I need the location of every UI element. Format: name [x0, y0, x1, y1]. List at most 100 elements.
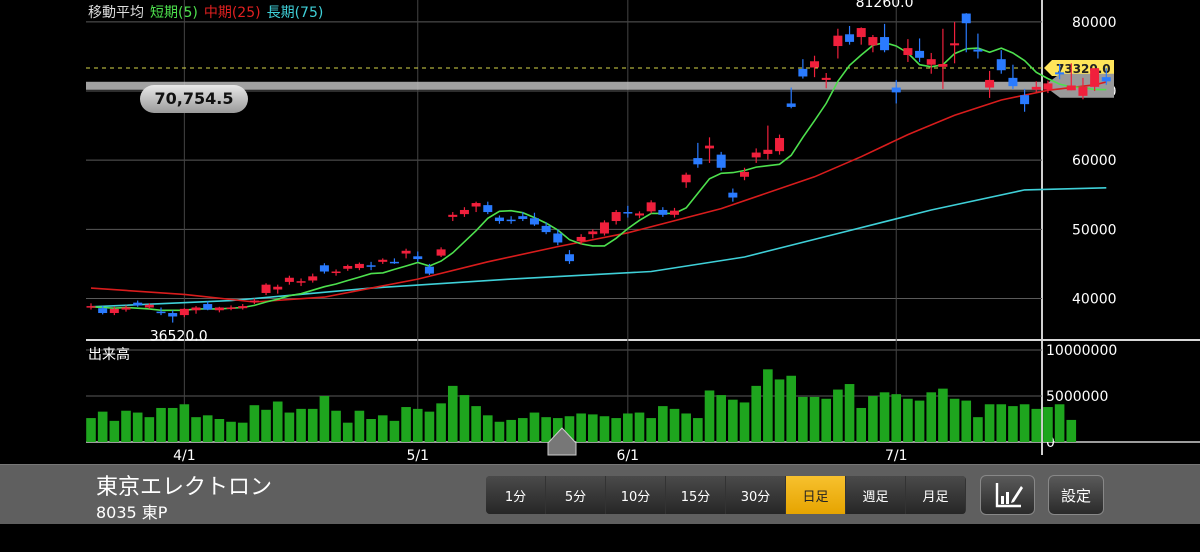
candle-body	[1078, 86, 1088, 96]
tab-15min[interactable]: 15分	[666, 476, 725, 514]
candle-body	[191, 307, 201, 311]
volume-bar	[611, 418, 621, 442]
candle-body	[670, 210, 679, 215]
low-annotation: 36520.0	[150, 329, 208, 345]
volume-bar	[576, 413, 586, 442]
candle-body	[296, 281, 306, 283]
candle-body	[86, 306, 96, 308]
candle-body	[903, 48, 913, 56]
high-annotation: 81260.0	[856, 0, 914, 11]
volume-tick-label: 10000000	[1046, 343, 1117, 359]
volume-bar	[693, 418, 703, 442]
candle-body	[343, 265, 353, 269]
footer-spacer	[0, 524, 1200, 552]
candle-body	[249, 300, 259, 303]
candle-body	[553, 233, 563, 243]
chart-tool-button[interactable]	[980, 475, 1035, 515]
volume-bar	[541, 417, 551, 442]
volume-bar	[506, 419, 516, 442]
candle-body	[1031, 86, 1041, 90]
candle-body	[483, 205, 493, 213]
price-chart[interactable]: 8000070000600005000040000100000005000000…	[0, 0, 1200, 464]
volume-bar	[121, 410, 131, 442]
volume-bar	[191, 417, 201, 442]
volume-bar	[377, 415, 388, 442]
volume-bar	[1019, 404, 1030, 442]
candle-body	[1090, 68, 1100, 87]
candle-body	[413, 256, 423, 260]
volume-bar	[739, 402, 750, 442]
candle-body	[308, 276, 318, 281]
tab-1min[interactable]: 1分	[486, 476, 545, 514]
volume-bar	[938, 388, 948, 442]
tab-5min[interactable]: 5分	[546, 476, 605, 514]
volume-bar	[774, 379, 785, 442]
candle-body	[214, 307, 224, 311]
candle-body	[775, 138, 785, 152]
volume-bar	[459, 395, 470, 442]
volume-bar	[681, 413, 691, 442]
candle-body	[611, 212, 621, 222]
candle-body	[401, 250, 411, 254]
candle-body	[133, 302, 143, 306]
candle-body	[950, 43, 960, 46]
candle-body	[273, 286, 283, 290]
candle-body	[506, 219, 516, 222]
candle-body	[845, 34, 855, 42]
volume-bar	[634, 412, 645, 442]
chart-edit-icon	[995, 483, 1023, 508]
volume-bar	[366, 419, 376, 442]
candle-body	[494, 217, 504, 222]
volume-bar	[786, 375, 796, 442]
candle-body	[1055, 72, 1065, 75]
volume-bar	[226, 421, 236, 442]
volume-bar	[167, 407, 178, 442]
price-tick-label: 60000	[1072, 153, 1117, 169]
volume-bar	[646, 418, 656, 442]
volume-bar	[856, 407, 867, 442]
candle-body	[938, 64, 948, 67]
volume-bar	[599, 416, 610, 442]
footer-bar: 東京エレクトロン 8035 東P 1分 5分 10分 15分 30分 日足 週足…	[0, 464, 1200, 525]
volume-bar	[809, 396, 820, 442]
volume-bar	[284, 412, 295, 442]
candle-body	[623, 212, 633, 214]
volume-bar	[202, 415, 213, 442]
candle-body	[728, 192, 738, 198]
cursor-price-badge[interactable]: 70,754.5	[140, 85, 248, 113]
tab-daily[interactable]: 日足	[786, 476, 845, 514]
volume-bar	[494, 421, 505, 442]
candle-body	[681, 174, 691, 183]
volume-tick-label: 5000000	[1046, 389, 1108, 405]
tab-10min[interactable]: 10分	[606, 476, 665, 514]
candle-body	[541, 225, 551, 233]
candle-body	[915, 50, 925, 58]
candle-body	[658, 209, 668, 215]
volume-bar	[716, 395, 726, 442]
candle-body	[366, 265, 376, 267]
settings-button[interactable]: 設定	[1048, 475, 1104, 515]
volume-bar	[891, 394, 902, 442]
candle-body	[973, 49, 983, 52]
candle-body	[1043, 83, 1053, 90]
candle-body	[716, 154, 726, 168]
time-tick-label: 5/1	[406, 448, 429, 464]
volume-bar	[1043, 407, 1053, 442]
volume-label: 出来高	[88, 347, 130, 363]
volume-bar	[798, 396, 808, 442]
time-tick-label: 6/1	[617, 448, 640, 464]
volume-bar	[482, 415, 493, 442]
candle-body	[144, 304, 154, 308]
candle-body	[389, 261, 399, 264]
candle-body	[1101, 77, 1111, 82]
candle-body	[564, 254, 574, 262]
candle-body	[588, 231, 598, 235]
volume-bar	[751, 385, 761, 442]
volume-bar	[868, 396, 878, 442]
volume-bar	[214, 419, 225, 442]
tab-30min[interactable]: 30分	[726, 476, 785, 514]
tab-weekly[interactable]: 週足	[846, 476, 905, 514]
volume-bar	[996, 404, 1007, 442]
time-tick-label: 7/1	[885, 448, 908, 464]
tab-monthly[interactable]: 月足	[906, 476, 965, 514]
